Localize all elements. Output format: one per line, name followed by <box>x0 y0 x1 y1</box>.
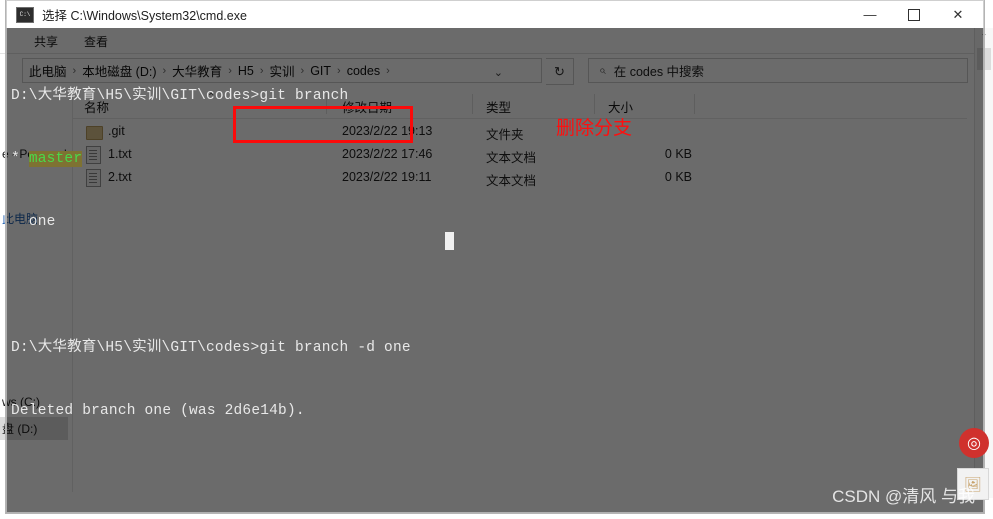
console-line: D:\大华教育\H5\实训\GIT\codes>git branch <box>11 88 349 104</box>
csdn-watermark: CSDN @清风 与我 <box>832 487 975 506</box>
branch-marker: * <box>11 151 29 167</box>
maximize-button[interactable] <box>892 1 936 28</box>
window-title: 选择 C:\Windows\System32\cmd.exe <box>42 9 247 23</box>
cmd-icon: C:\ <box>16 6 34 23</box>
cmd-output-text: D:\大华教育\H5\实训\GIT\codes>git branch * mas… <box>11 44 411 512</box>
cmd-title-bar[interactable]: C:\ 选择 C:\Windows\System32\cmd.exe — ✕ <box>6 0 984 28</box>
back-to-top-button[interactable]: ◎ <box>959 428 989 458</box>
branch-name-master-selected: master <box>28 151 83 167</box>
annotation-label-delete-branch: 删除分支 <box>556 118 633 139</box>
maximize-icon <box>908 8 920 21</box>
cmd-window: C:\ 选择 C:\Windows\System32\cmd.exe — ✕ D… <box>6 0 984 513</box>
console-line: one <box>11 214 56 230</box>
console-line: * master <box>11 149 411 170</box>
text-cursor <box>445 232 454 250</box>
console-line: D:\大华教育\H5\实训\GIT\codes>git branch -d on… <box>11 340 411 356</box>
cmd-console-area[interactable]: D:\大华教育\H5\实训\GIT\codes>git branch * mas… <box>6 28 984 513</box>
console-line: Deleted branch one (was 2d6e14b). <box>11 403 305 419</box>
minimize-button[interactable]: — <box>848 1 892 28</box>
close-button[interactable]: ✕ <box>936 1 980 28</box>
